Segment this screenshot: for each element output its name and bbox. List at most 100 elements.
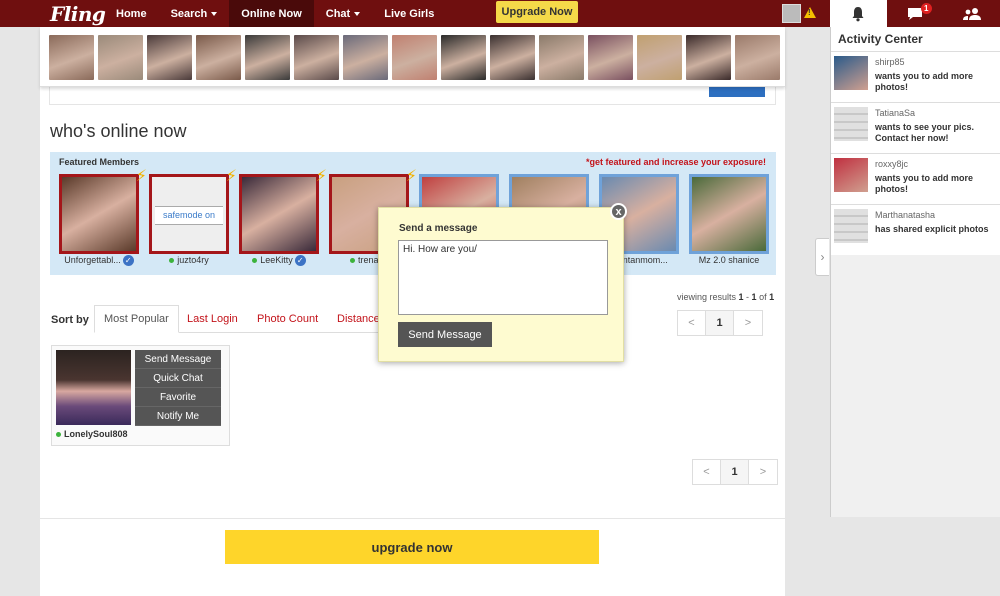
page-title: who's online now (50, 121, 187, 141)
next-page-button[interactable]: > (734, 311, 762, 335)
online-member-thumb[interactable] (686, 35, 731, 80)
activity-avatar[interactable] (834, 107, 868, 141)
featured-member[interactable]: ⚡ LeeKitty ✓ (239, 169, 327, 267)
current-page[interactable]: 1 (721, 460, 749, 484)
sort-photo-count[interactable]: Photo Count (248, 305, 327, 333)
warning-icon[interactable] (804, 7, 816, 18)
boost-lightning-icon: ⚡ (315, 168, 327, 185)
online-member-thumb[interactable] (98, 35, 143, 80)
featured-member-photo[interactable]: safemode on (149, 174, 229, 254)
quick-chat-action[interactable]: Quick Chat (135, 369, 221, 388)
member-name[interactable]: LonelySoul808 (56, 429, 128, 439)
notify-me-action[interactable]: Notify Me (135, 407, 221, 426)
pagination-bottom: < 1 > (692, 459, 778, 485)
activity-avatar[interactable] (834, 209, 868, 243)
fling-logo[interactable]: Fling (50, 2, 106, 26)
nav-chat[interactable]: Chat (314, 0, 372, 27)
tab-messages[interactable]: 1 (887, 0, 944, 27)
activity-avatar[interactable] (834, 158, 868, 192)
nav-home[interactable]: Home (104, 0, 159, 27)
caret-down-icon (354, 11, 361, 16)
featured-member-photo[interactable] (59, 174, 139, 254)
favorite-action[interactable]: Favorite (135, 388, 221, 407)
activity-tabs: 1 (830, 0, 1000, 27)
online-indicator-icon (252, 258, 258, 264)
featured-member-name[interactable]: LeeKitty ✓ (239, 255, 319, 267)
activity-avatar[interactable] (834, 56, 868, 90)
prev-page-button[interactable]: < (678, 311, 706, 335)
top-nav: Fling Home Search Online Now Chat Live G… (0, 0, 830, 27)
send-message-popup: Send a message Hi. How are you/ Send Mes… (378, 207, 624, 362)
verified-check-icon: ✓ (122, 255, 134, 267)
member-photo[interactable] (56, 350, 131, 425)
activity-message: wants you to add more photos! (875, 173, 974, 194)
featured-promo-link[interactable]: *get featured and increase your exposure… (586, 157, 766, 167)
online-member-thumb[interactable] (245, 35, 290, 80)
nav-search[interactable]: Search (159, 0, 230, 27)
users-icon (962, 7, 981, 20)
expand-panel-chevron-icon[interactable]: › (815, 238, 829, 276)
activity-username[interactable]: shirp85 (875, 57, 905, 67)
sort-label: Sort by (51, 314, 89, 326)
next-page-button[interactable]: > (749, 460, 777, 484)
prev-page-button[interactable]: < (693, 460, 721, 484)
online-member-thumb[interactable] (343, 35, 388, 80)
search-button[interactable] (709, 87, 765, 97)
upgrade-now-bottom-button[interactable]: upgrade now (225, 530, 599, 564)
nav-live-girls[interactable]: Live Girls (372, 0, 446, 27)
online-member-thumb[interactable] (294, 35, 339, 80)
user-avatar[interactable] (782, 4, 801, 23)
current-page[interactable]: 1 (706, 311, 734, 335)
featured-member[interactable]: safemode on ⚡ juzto4ry (149, 169, 237, 265)
featured-member[interactable]: Mz 2.0 shanice (689, 174, 769, 265)
send-message-button[interactable]: Send Message (398, 322, 492, 347)
safemode-label: safemode on (155, 206, 223, 225)
activity-item[interactable]: TatianaSa wants to see your pics. Contact… (831, 102, 1000, 153)
sort-last-login[interactable]: Last Login (178, 305, 247, 333)
pagination-top: < 1 > (677, 310, 763, 336)
caret-down-icon (211, 11, 218, 16)
boost-lightning-icon: ⚡ (225, 168, 237, 185)
online-member-thumb[interactable] (392, 35, 437, 80)
activity-message: wants you to add more photos! (875, 71, 974, 92)
sort-most-popular[interactable]: Most Popular (94, 305, 179, 333)
activity-item[interactable]: shirp85 wants you to add more photos! (831, 51, 1000, 102)
content-divider (40, 518, 785, 519)
online-member-thumb[interactable] (490, 35, 535, 80)
online-indicator-icon (349, 258, 355, 264)
featured-label: Featured Members (59, 157, 140, 167)
online-member-thumb[interactable] (49, 35, 94, 80)
activity-item[interactable]: Marthanatasha has shared explicit photos (831, 204, 1000, 255)
featured-member-photo[interactable] (239, 174, 319, 254)
activity-item[interactable]: roxxy8jc wants you to add more photos! (831, 153, 1000, 204)
message-textarea[interactable]: Hi. How are you/ (398, 240, 608, 315)
online-member-thumb[interactable] (539, 35, 584, 80)
results-count: viewing results 1 - 1 of 1 (677, 292, 775, 302)
online-member-thumb[interactable] (441, 35, 486, 80)
activity-username[interactable]: roxxy8jc (875, 159, 908, 169)
online-indicator-icon (169, 258, 175, 264)
online-member-thumb[interactable] (735, 35, 780, 80)
featured-member-name[interactable]: Unforgettabl... ✓ (59, 255, 139, 267)
featured-member-photo[interactable] (689, 174, 769, 254)
online-indicator-icon (56, 432, 61, 438)
boost-lightning-icon: ⚡ (405, 168, 417, 185)
featured-member[interactable]: ⚡ Unforgettabl... ✓ (59, 169, 147, 267)
featured-member-name[interactable]: juzto4ry (149, 255, 229, 265)
activity-username[interactable]: Marthanatasha (875, 210, 935, 220)
online-member-thumb[interactable] (196, 35, 241, 80)
activity-center: Activity Center shirp85 wants you to add … (830, 27, 1000, 517)
boost-lightning-icon: ⚡ (135, 168, 147, 185)
online-member-thumb[interactable] (147, 35, 192, 80)
online-member-thumb[interactable] (637, 35, 682, 80)
popup-title: Send a message (399, 223, 478, 234)
close-icon[interactable]: x (610, 203, 627, 220)
activity-username[interactable]: TatianaSa (875, 108, 915, 118)
tab-friends[interactable] (943, 0, 1000, 27)
send-message-action[interactable]: Send Message (135, 350, 221, 369)
upgrade-now-button[interactable]: Upgrade Now (496, 1, 578, 23)
nav-online-now[interactable]: Online Now (229, 0, 314, 27)
tab-notifications[interactable] (830, 0, 887, 27)
online-member-thumb[interactable] (588, 35, 633, 80)
featured-member-name[interactable]: Mz 2.0 shanice (689, 255, 769, 265)
